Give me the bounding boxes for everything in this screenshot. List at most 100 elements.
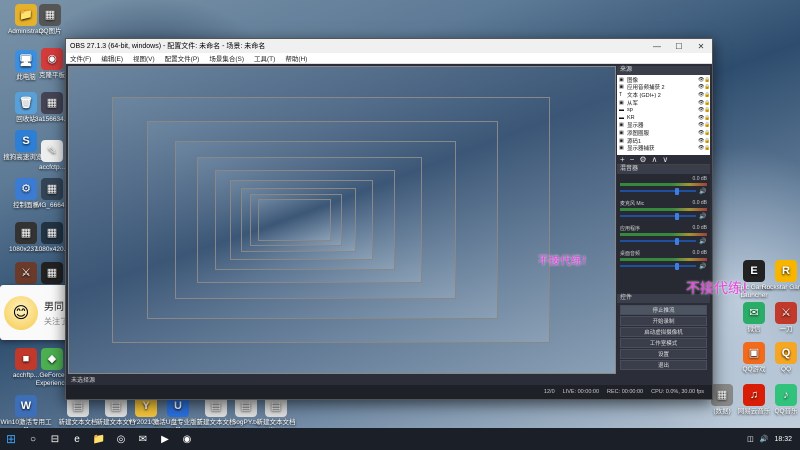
source-name: KR	[627, 114, 635, 121]
source-type-icon: ▣	[619, 99, 624, 106]
lock-icon[interactable]: 🔒	[704, 115, 710, 121]
scene-bar: 未选择源	[68, 374, 616, 384]
taskbar-app-icon[interactable]: 📁	[88, 428, 110, 450]
desktop-icon-label: Rockstar Games	[761, 284, 800, 291]
watermark-text: 不接代练!	[686, 281, 748, 297]
control-button[interactable]: 退出	[620, 360, 707, 370]
controls-panel: 停止推流 开始录制 启动虚拟摄像机 工作室模式 设置 退出	[617, 303, 710, 373]
desktop-icon[interactable]: R Rockstar Games	[760, 260, 800, 292]
source-item[interactable]: ▬ sp 👁 🔒	[617, 106, 710, 114]
menu-item[interactable]: 工具(T)	[254, 53, 275, 63]
volume-slider[interactable]: 🔊	[620, 237, 707, 245]
lock-icon[interactable]: 🔒	[704, 138, 710, 144]
volume-slider[interactable]: 🔊	[620, 212, 707, 220]
taskbar-app-icon[interactable]: ○	[22, 428, 44, 450]
mixer-track: 0.0 dB 🔊	[620, 176, 707, 195]
volume-slider[interactable]: 🔊	[620, 262, 707, 270]
speaker-icon[interactable]: 🔊	[699, 238, 707, 245]
menu-item[interactable]: 帮助(H)	[285, 53, 307, 63]
speaker-icon[interactable]: 🔊	[699, 188, 707, 195]
volume-meter	[620, 183, 707, 186]
desktop-icon-label: QQ	[780, 366, 792, 373]
lock-icon[interactable]: 🔒	[704, 107, 710, 113]
volume-slider[interactable]: 🔊	[620, 187, 707, 195]
minimize-button[interactable]: —	[646, 42, 668, 51]
source-type-icon: ▬	[619, 114, 624, 121]
obs-preview[interactable]	[68, 66, 616, 374]
mixer-track: 桌面音频 0.0 dB 🔊	[620, 250, 707, 270]
slider-knob[interactable]	[674, 237, 679, 245]
speaker-icon[interactable]: 🔊	[699, 263, 707, 270]
lock-icon[interactable]: 🔒	[704, 77, 710, 83]
source-item[interactable]: ▣ 显示器捕获 👁 🔒	[617, 144, 710, 152]
slider-knob[interactable]	[674, 187, 679, 195]
source-type-icon: ▣	[619, 76, 624, 83]
slider-knob[interactable]	[674, 212, 679, 220]
desktop-icon[interactable]: ▦ QQ图片	[24, 4, 76, 36]
control-button[interactable]: 工作室模式	[620, 338, 707, 348]
desktop-icon[interactable]: ⚔ 一刀	[760, 302, 800, 334]
taskbar-app-icon[interactable]: ✉	[132, 428, 154, 450]
lock-icon[interactable]: 🔒	[704, 130, 710, 136]
app-icon: W	[15, 395, 37, 417]
sources-toolbar: + − ⚙ ∧ ∨	[617, 155, 710, 165]
slider-knob[interactable]	[674, 262, 679, 270]
taskbar-app-icon[interactable]: ◎	[110, 428, 132, 450]
cpu-fps: CPU: 0.0%, 30.00 fps	[651, 389, 704, 395]
menu-item[interactable]: 配置文件(P)	[165, 53, 200, 63]
clock[interactable]: 18:32	[774, 436, 792, 443]
control-button[interactable]: 启动虚拟摄像机	[620, 327, 707, 337]
lock-icon[interactable]: 🔒	[704, 92, 710, 98]
menu-item[interactable]: 文件(F)	[70, 53, 91, 63]
remove-icon[interactable]: −	[630, 155, 635, 164]
control-button[interactable]: 设置	[620, 349, 707, 359]
volume-meter	[620, 233, 707, 236]
lock-icon[interactable]: 🔒	[704, 84, 710, 90]
speaker-icon[interactable]: 🔊	[699, 213, 707, 220]
desktop-icon[interactable]: Q QQ	[760, 342, 800, 374]
source-type-icon: T	[619, 91, 623, 98]
app-icon: ◉	[41, 48, 63, 70]
menu-item[interactable]: 编辑(E)	[101, 53, 123, 63]
desktop-icon-label: 一刀	[779, 326, 793, 333]
down-icon[interactable]: ∨	[662, 155, 668, 164]
scene-bar-label: 未选择源	[71, 377, 96, 384]
taskbar-app-icon[interactable]: ◉	[176, 428, 198, 450]
lock-icon[interactable]: 🔒	[704, 145, 710, 151]
add-icon[interactable]: +	[620, 155, 625, 164]
obs-dock: 来源 ▣ 图像 👁 🔒 ▣ 应用音频捕获 2 👁 🔒 T 文本 (GDI+) 2 👁 🔒 ▣ 从军 👁 🔒 ▬ s…	[617, 66, 710, 386]
control-button[interactable]: 开始录制	[620, 316, 707, 326]
obs-titlebar: OBS 27.1.3 (64-bit, windows) - 配置文件: 未命名…	[66, 39, 712, 53]
app-icon: Q	[775, 342, 797, 364]
taskbar-app-icon[interactable]: e	[66, 428, 88, 450]
menu-item[interactable]: 场景集合(S)	[209, 53, 244, 63]
source-item[interactable]: ▣ 从军 👁 🔒	[617, 99, 710, 107]
start-icon[interactable]: ⊞	[0, 428, 22, 450]
watermark-text-nested: 不接代练!	[538, 254, 587, 267]
app-icon: ♪	[775, 384, 797, 406]
track-db: 0.0 dB	[692, 225, 707, 231]
lock-icon[interactable]: 🔒	[704, 122, 710, 128]
menu-item[interactable]: 视图(V)	[133, 53, 155, 63]
mixer-title: 混音器	[617, 165, 710, 174]
app-icon: ▦	[39, 4, 61, 26]
source-name: sp	[627, 107, 633, 114]
track-name: 麦克风 Mic	[620, 201, 645, 207]
track-db: 0.0 dB	[692, 200, 707, 206]
desktop-icon[interactable]: ♪ QQ音乐	[760, 384, 800, 416]
gear-icon[interactable]: ⚙	[639, 155, 646, 164]
live-time: LIVE: 00:00:00	[562, 389, 600, 395]
source-type-icon: ▣	[619, 129, 624, 136]
volume-icon[interactable]: 🔊	[760, 435, 769, 443]
up-icon[interactable]: ∧	[652, 155, 658, 164]
source-type-icon: ▣	[619, 137, 624, 144]
sources-list: ▣ 图像 👁 🔒 ▣ 应用音频捕获 2 👁 🔒 T 文本 (GDI+) 2 👁 🔒 ▣ 从军 👁 🔒 ▬ sp 👁 🔒…	[617, 75, 710, 155]
taskbar-app-icon[interactable]: ⊟	[44, 428, 66, 450]
maximize-button[interactable]: ☐	[668, 42, 690, 51]
network-icon[interactable]: ◫	[747, 435, 754, 443]
control-button[interactable]: 停止推流	[620, 305, 707, 315]
lock-icon[interactable]: 🔒	[704, 100, 710, 106]
taskbar-app-icon[interactable]: ▶	[154, 428, 176, 450]
preview-frame	[257, 199, 332, 241]
close-button[interactable]: ✕	[690, 42, 712, 51]
